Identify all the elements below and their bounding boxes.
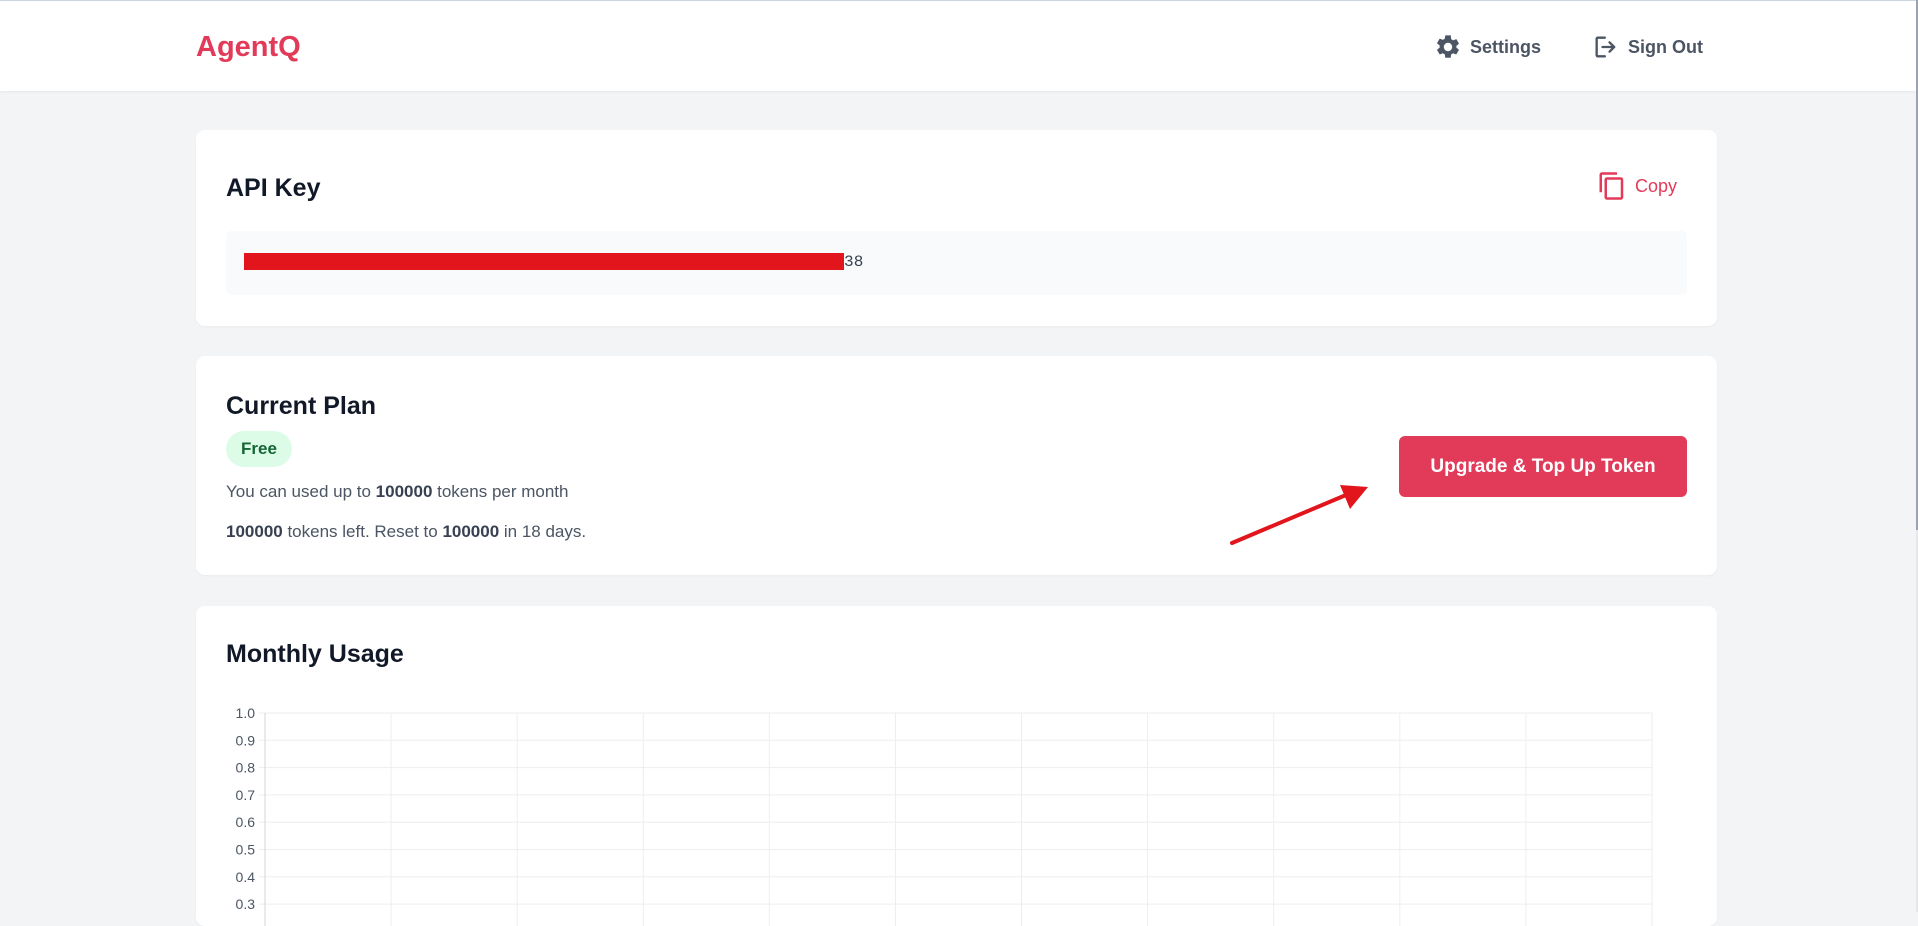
chart-y-tick-label: 0.9 xyxy=(236,732,256,748)
chart-y-tick-label: 0.8 xyxy=(236,760,256,776)
chart-y-tick-label: 0.3 xyxy=(236,896,256,912)
tokens-reset-amount: 100000 xyxy=(442,522,500,541)
chart-y-tick-label: 0.6 xyxy=(236,814,256,830)
current-plan-card: Current Plan Free You can used up to 100… xyxy=(196,356,1717,575)
upgrade-button[interactable]: Upgrade & Top Up Token xyxy=(1399,436,1687,497)
settings-link[interactable]: Settings xyxy=(1434,31,1541,63)
settings-label: Settings xyxy=(1470,36,1542,57)
chart-y-tick-label: 0.5 xyxy=(236,842,256,858)
plan-limit-amount: 100000 xyxy=(375,482,433,501)
sign-out-label: Sign Out xyxy=(1628,36,1703,57)
api-key-visible-suffix: 38 xyxy=(844,253,864,271)
chart-y-tick-label: 1.0 xyxy=(236,705,256,721)
tokens-left-mid: tokens left. Reset to xyxy=(282,522,443,541)
api-key-card: API Key Copy 38 xyxy=(196,130,1717,326)
copy-label: Copy xyxy=(1634,175,1677,196)
chart-y-tick-label: 0.4 xyxy=(236,869,256,885)
copy-icon xyxy=(1599,172,1624,200)
plan-limit-suffix: tokens per month xyxy=(432,482,569,501)
sign-out-icon xyxy=(1595,36,1616,58)
plan-badge: Free xyxy=(226,431,292,467)
redaction-bar xyxy=(244,253,844,270)
usage-chart: 1.0 0.9 0.8 0.7 0.6 0.5 0.4 0.3 xyxy=(196,606,1717,926)
current-plan-title: Current Plan xyxy=(226,392,377,420)
brand-logo[interactable]: AgentQ xyxy=(196,31,301,64)
api-key-title: API Key xyxy=(226,174,321,202)
tokens-left-amount: 100000 xyxy=(226,522,283,541)
tokens-left-text: 100000 tokens left. Reset to 100000 in 1… xyxy=(226,522,586,542)
plan-limit-text: You can used up to 100000 tokens per mon… xyxy=(226,482,568,502)
tokens-left-suffix: in 18 days. xyxy=(499,522,587,541)
monthly-usage-card: Monthly Usage 1.0 0.9 0.8 0.7 0.6 0.5 0.4 0.3 xyxy=(196,606,1717,926)
copy-button[interactable]: Copy xyxy=(1597,170,1677,202)
top-navbar: AgentQ Settings Sign Out xyxy=(0,0,1916,91)
usage-chart-svg: 1.0 0.9 0.8 0.7 0.6 0.5 0.4 0.3 xyxy=(236,705,1653,926)
sign-out-link[interactable]: Sign Out xyxy=(1592,31,1703,63)
plan-limit-prefix: You can used up to xyxy=(226,482,376,501)
gear-icon xyxy=(1437,35,1459,58)
chart-y-tick-label: 0.7 xyxy=(236,787,256,803)
api-key-field[interactable]: 38 xyxy=(226,231,1687,295)
annotation-arrow-icon xyxy=(1230,485,1368,545)
